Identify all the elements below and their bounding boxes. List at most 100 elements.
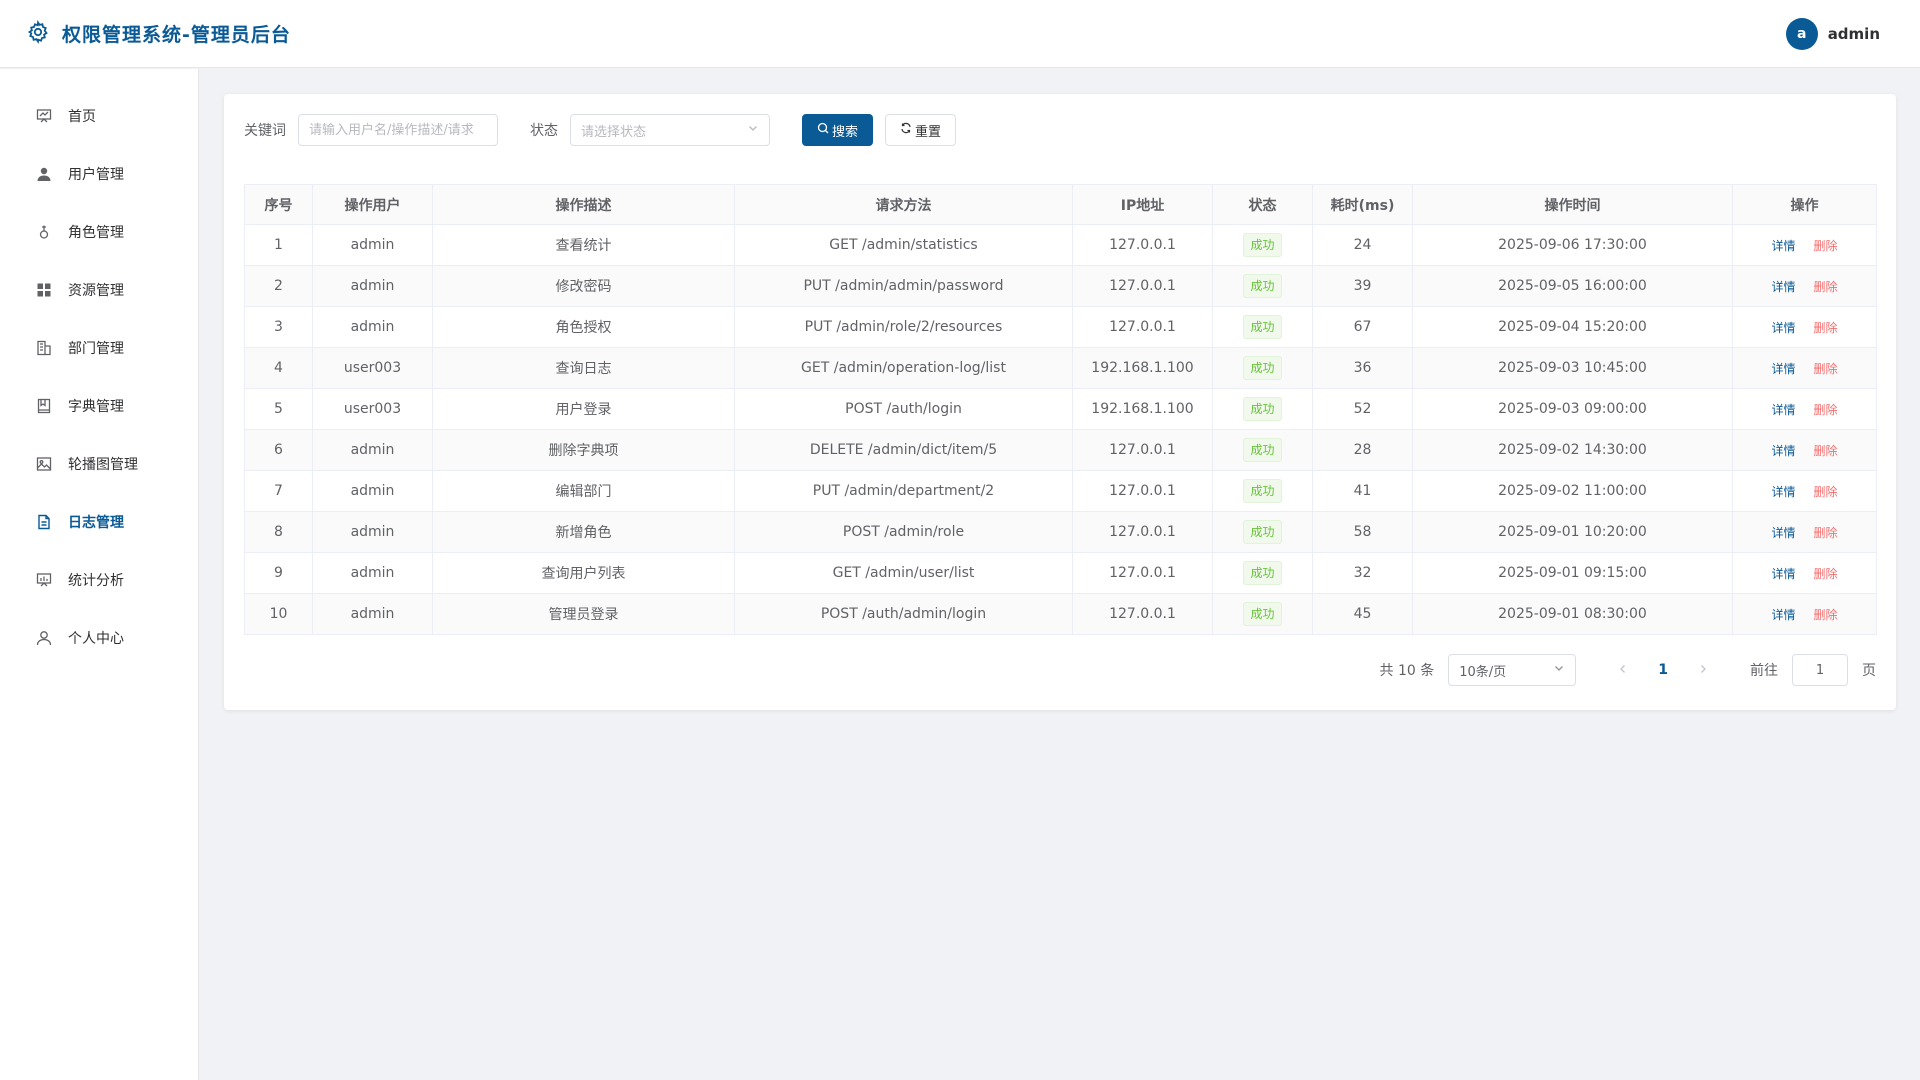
status-badge: 成功 bbox=[1243, 315, 1282, 339]
search-button[interactable]: 搜索 bbox=[802, 114, 874, 146]
delete-link[interactable]: 删除 bbox=[1814, 239, 1838, 253]
keyword-label: 关键词 bbox=[244, 123, 286, 139]
detail-link[interactable]: 详情 bbox=[1771, 485, 1795, 499]
cell-cost: 24 bbox=[1312, 224, 1413, 266]
sidebar-item-label: 字典管理 bbox=[68, 399, 124, 415]
user-menu[interactable]: a admin bbox=[1785, 17, 1894, 50]
sidebar-item-label: 轮播图管理 bbox=[68, 457, 138, 473]
cell-user: admin bbox=[312, 224, 433, 266]
delete-link[interactable]: 删除 bbox=[1814, 608, 1838, 622]
cell-method: PUT /admin/department/2 bbox=[734, 470, 1073, 512]
status-select[interactable]: 请选择状态 bbox=[570, 114, 770, 146]
detail-link[interactable]: 详情 bbox=[1771, 321, 1795, 335]
cell-cost: 36 bbox=[1312, 347, 1413, 389]
cell-actions: 详情 删除 bbox=[1732, 265, 1877, 307]
status-badge: 成功 bbox=[1243, 397, 1282, 421]
detail-link[interactable]: 详情 bbox=[1771, 403, 1795, 417]
search-button-label: 搜索 bbox=[832, 124, 859, 140]
delete-link[interactable]: 删除 bbox=[1814, 362, 1838, 376]
table-row: 8 admin 新增角色 POST /admin/role 127.0.0.1 成功 58 2… bbox=[244, 511, 1877, 553]
filter-bar: 关键词 状态 请选择状态 搜索 重置 bbox=[244, 114, 1876, 146]
chart-icon bbox=[36, 572, 52, 588]
cell-cost: 58 bbox=[1312, 511, 1413, 553]
cell-method: POST /admin/role bbox=[734, 511, 1073, 553]
delete-link[interactable]: 删除 bbox=[1814, 403, 1838, 417]
table-header-row: 序号 操作用户 操作描述 请求方法 IP地址 状态 耗时(ms) 操作时间 操作 bbox=[244, 184, 1877, 225]
reset-button[interactable]: 重置 bbox=[885, 114, 957, 146]
cell-desc: 新增角色 bbox=[432, 511, 735, 553]
sidebar-item-users[interactable]: 用户管理 bbox=[0, 145, 198, 203]
delete-link[interactable]: 删除 bbox=[1814, 444, 1838, 458]
col-header-user: 操作用户 bbox=[312, 184, 433, 225]
role-icon bbox=[36, 224, 52, 240]
sidebar-item-label: 角色管理 bbox=[68, 225, 124, 241]
sidebar-item-profile[interactable]: 个人中心 bbox=[0, 609, 198, 667]
goto-page-input[interactable] bbox=[1792, 654, 1848, 686]
detail-link[interactable]: 详情 bbox=[1771, 362, 1795, 376]
cell-no: 5 bbox=[244, 388, 313, 430]
detail-link[interactable]: 详情 bbox=[1771, 239, 1795, 253]
col-header-method: 请求方法 bbox=[734, 184, 1073, 225]
detail-link[interactable]: 详情 bbox=[1771, 526, 1795, 540]
cell-actions: 详情 删除 bbox=[1732, 511, 1877, 553]
username[interactable]: admin bbox=[1828, 25, 1880, 43]
top-header: 权限管理系统-管理员后台 a admin bbox=[0, 0, 1920, 68]
avatar[interactable]: a bbox=[1785, 17, 1818, 50]
cell-actions: 详情 删除 bbox=[1732, 429, 1877, 471]
gear-icon bbox=[26, 19, 50, 48]
cell-user: user003 bbox=[312, 388, 433, 430]
cell-ip: 127.0.0.1 bbox=[1072, 224, 1213, 266]
cell-method: GET /admin/operation-log/list bbox=[734, 347, 1073, 389]
cell-user: admin bbox=[312, 429, 433, 471]
page-size-select[interactable]: 10条/页 bbox=[1448, 654, 1577, 686]
log-panel: 关键词 状态 请选择状态 搜索 重置 序号 bbox=[224, 94, 1896, 710]
delete-link[interactable]: 删除 bbox=[1814, 567, 1838, 581]
page-number-current[interactable]: 1 bbox=[1646, 662, 1680, 678]
sidebar-item-dictionary[interactable]: 字典管理 bbox=[0, 377, 198, 435]
sidebar-item-roles[interactable]: 角色管理 bbox=[0, 203, 198, 261]
sidebar-item-home[interactable]: 首页 bbox=[0, 87, 198, 145]
keyword-input[interactable] bbox=[298, 114, 498, 146]
sidebar-item-label: 部门管理 bbox=[68, 341, 124, 357]
table-row: 5 user003 用户登录 POST /auth/login 192.168.1.10… bbox=[244, 388, 1877, 430]
cell-time: 2025-09-02 11:00:00 bbox=[1412, 470, 1733, 512]
col-header-no: 序号 bbox=[244, 184, 313, 225]
cell-time: 2025-09-04 15:20:00 bbox=[1412, 306, 1733, 348]
sidebar-item-resources[interactable]: 资源管理 bbox=[0, 261, 198, 319]
delete-link[interactable]: 删除 bbox=[1814, 321, 1838, 335]
cell-user: admin bbox=[312, 470, 433, 512]
cell-time: 2025-09-03 09:00:00 bbox=[1412, 388, 1733, 430]
table-row: 1 admin 查看统计 GET /admin/statistics 127.0.0.1… bbox=[244, 224, 1877, 266]
status-label: 状态 bbox=[530, 123, 558, 139]
sidebar-item-statistics[interactable]: 统计分析 bbox=[0, 551, 198, 609]
pagination: 共 10 条 10条/页 1 前往 页 bbox=[1380, 654, 1876, 686]
cell-user: admin bbox=[312, 306, 433, 348]
detail-link[interactable]: 详情 bbox=[1771, 444, 1795, 458]
next-page-button[interactable] bbox=[1694, 662, 1712, 678]
cell-actions: 详情 删除 bbox=[1732, 347, 1877, 389]
cell-method: POST /auth/login bbox=[734, 388, 1073, 430]
sidebar-item-label: 用户管理 bbox=[68, 167, 124, 183]
status-badge: 成功 bbox=[1243, 479, 1282, 503]
cell-status: 成功 bbox=[1212, 552, 1313, 594]
sidebar-item-departments[interactable]: 部门管理 bbox=[0, 319, 198, 377]
delete-link[interactable]: 删除 bbox=[1814, 526, 1838, 540]
col-header-time: 操作时间 bbox=[1412, 184, 1733, 225]
reset-button-label: 重置 bbox=[915, 124, 942, 140]
detail-link[interactable]: 详情 bbox=[1771, 608, 1795, 622]
sidebar-item-carousel[interactable]: 轮播图管理 bbox=[0, 435, 198, 493]
cell-cost: 41 bbox=[1312, 470, 1413, 512]
delete-link[interactable]: 删除 bbox=[1814, 280, 1838, 294]
sidebar-item-logs[interactable]: 日志管理 bbox=[0, 493, 198, 551]
prev-page-button[interactable] bbox=[1614, 662, 1632, 678]
cell-cost: 32 bbox=[1312, 552, 1413, 594]
detail-link[interactable]: 详情 bbox=[1771, 567, 1795, 581]
status-badge: 成功 bbox=[1243, 561, 1282, 585]
cell-cost: 39 bbox=[1312, 265, 1413, 307]
sidebar: 首页 用户管理 角色管理 资源管理 部门管理 字典管理 轮播图管理 日志管理 统… bbox=[0, 69, 199, 1080]
detail-link[interactable]: 详情 bbox=[1771, 280, 1795, 294]
cell-actions: 详情 删除 bbox=[1732, 593, 1877, 635]
sidebar-item-label: 个人中心 bbox=[68, 631, 124, 647]
delete-link[interactable]: 删除 bbox=[1814, 485, 1838, 499]
cell-no: 8 bbox=[244, 511, 313, 553]
